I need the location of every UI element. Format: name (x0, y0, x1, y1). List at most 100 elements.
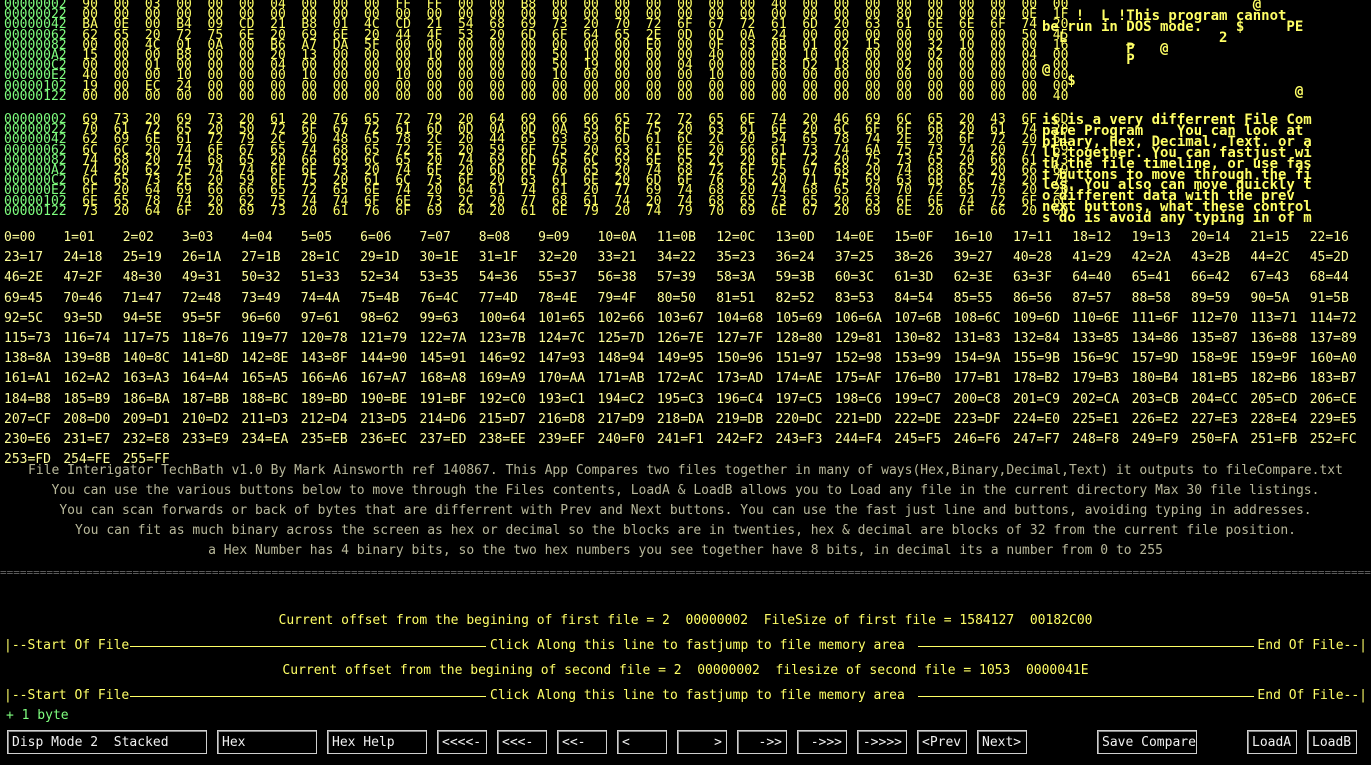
forward-one-button[interactable]: > (677, 730, 727, 754)
conversion-cell: 181=B5 (1191, 371, 1238, 387)
conversion-cell: 136=88 (1250, 331, 1298, 346)
load-b-button[interactable]: LoadB (1307, 730, 1357, 754)
conversion-cell: 129=81 (834, 331, 882, 346)
conversion-cell: 205=CD (1250, 391, 1298, 407)
forward-fast2-button[interactable]: ->> (737, 730, 787, 754)
info-line-2: You can use the various buttons below to… (51, 483, 1320, 498)
load-a-button[interactable]: LoadA (1247, 730, 1297, 754)
conversion-cell: 229=E5 (1309, 411, 1357, 427)
hex-help-button[interactable]: Hex Help (327, 730, 427, 754)
conversion-cell: 8=08 (478, 230, 511, 245)
conversion-cell: 45=2D (1309, 250, 1349, 266)
conversion-cell: 110=6E (1072, 310, 1120, 326)
conversion-cell: 44=2C (1250, 250, 1290, 266)
conversion-cell: 245=F5 (894, 432, 942, 447)
conversion-cell: 162=A2 (63, 371, 111, 387)
conversion-cell: 114=72 (1309, 310, 1357, 326)
conversion-cell: 29=1D (360, 250, 400, 266)
conversion-cell: 159=9F (1250, 351, 1298, 367)
conversion-cell: 73=49 (241, 290, 281, 306)
conversion-cell: 77=4D (478, 290, 518, 306)
conversion-cell: 152=98 (834, 351, 882, 367)
conversion-cell: 116=74 (63, 331, 111, 346)
conversion-cell: 120=78 (300, 331, 348, 346)
file1-ascii-block: @ ! L !This program cannot be run in DOS … (1042, 0, 1303, 99)
conversion-cell: 57=39 (656, 270, 696, 286)
conversion-cell: 117=75 (122, 331, 170, 346)
back-fast3-button[interactable]: <<<- (497, 730, 547, 754)
conversion-cell: 106=6A (834, 310, 882, 326)
conversion-cell: 248=F8 (1072, 432, 1120, 447)
jump-middle-label: Click Along this line to fastjump to fil… (490, 638, 905, 653)
conversion-cell: 147=93 (538, 351, 586, 367)
conversion-cell: 139=8B (63, 351, 111, 367)
conversion-cell: 66=42 (1191, 270, 1231, 286)
hex-row: 00000122 00 00 00 00 00 00 00 00 00 00 0… (4, 90, 1068, 103)
info-line-1: File Interigator TechBath v1.0 By Mark A… (28, 463, 1343, 478)
hex-mode-button[interactable]: Hex (217, 730, 317, 754)
conversion-cell: 231=E7 (63, 432, 111, 447)
forward-fast4-button[interactable]: ->>>> (857, 730, 907, 754)
conversion-cell: 61=3D (894, 270, 934, 286)
conversion-cell: 40=28 (1012, 250, 1053, 266)
conversion-cell: 55=37 (538, 270, 578, 286)
conversion-cell: 53=35 (419, 270, 459, 286)
conversion-cell: 204=CC (1191, 391, 1238, 407)
conversion-cell: 27=1B (241, 250, 281, 266)
ascii-row: P (1042, 51, 1135, 68)
conversion-cell: 173=AD (716, 371, 764, 387)
conversion-cell: 99=63 (419, 310, 459, 326)
conversion-cell: 132=84 (1012, 331, 1060, 346)
fastjump-bar-second-file[interactable]: |--Start Of File Click Along this line t… (0, 688, 1371, 704)
jump-line-right[interactable] (918, 696, 1254, 697)
next-diff-button[interactable]: Next> (977, 730, 1027, 754)
conversion-cell: 49=31 (182, 270, 222, 286)
jump-line-right[interactable] (918, 646, 1254, 647)
conversion-cell: 223=DF (953, 411, 1001, 427)
fastjump-bar-first-file[interactable]: |--Start Of File Click Along this line t… (0, 638, 1371, 654)
back-one-button[interactable]: < (617, 730, 667, 754)
conversion-cell: 63=3F (1012, 270, 1053, 286)
conversion-cell: 90=5A (1250, 290, 1290, 306)
disp-mode-button[interactable]: Disp Mode 2 Stacked (7, 730, 207, 754)
hex-row: 00000122 73 20 64 6F 20 69 73 20 61 76 6… (4, 203, 1068, 219)
conversion-cell: 51=33 (300, 270, 340, 286)
conversion-cell: 12=0C (716, 230, 756, 245)
conversion-cell: 22=16 (1309, 230, 1349, 245)
hex-row-offset: 00000122 (4, 203, 67, 219)
jump-start-label: |--Start Of File (4, 688, 130, 703)
save-compare-button[interactable]: Save Compare (1097, 730, 1197, 754)
conversion-cell: 1=01 (63, 230, 95, 245)
conversion-cell: 69=45 (4, 290, 44, 306)
conversion-cell: 71=47 (122, 290, 162, 306)
conversion-cell: 5=05 (300, 230, 333, 245)
conversion-cell: 101=65 (538, 310, 586, 326)
back-fast4-button[interactable]: <<<<- (437, 730, 487, 754)
conversion-cell: 126=7E (656, 331, 704, 346)
conversion-cell: 180=B4 (1131, 371, 1179, 387)
forward-fast3-button[interactable]: ->>> (797, 730, 847, 754)
conversion-cell: 28=1C (300, 250, 340, 266)
conversion-cell: 65=41 (1131, 270, 1171, 286)
prev-diff-button[interactable]: <Prev (917, 730, 967, 754)
conversion-cell: 239=EF (538, 432, 586, 447)
conversion-cell: 47=2F (63, 270, 103, 286)
conversion-cell: 214=D6 (419, 411, 467, 427)
conversion-cell: 41=29 (1072, 250, 1112, 266)
conversion-cell: 111=6F (1131, 310, 1179, 326)
conversion-cell: 89=59 (1191, 290, 1231, 306)
conversion-cell: 121=79 (360, 331, 408, 346)
conversion-cell: 207=CF (4, 411, 51, 427)
conversion-cell: 241=F1 (656, 432, 704, 447)
conversion-cell: 175=AF (834, 371, 882, 387)
conversion-cell: 102=66 (597, 310, 645, 326)
conversion-cell: 191=BF (419, 391, 467, 407)
conversion-cell: 226=E2 (1131, 411, 1179, 427)
jump-line-left[interactable] (130, 696, 486, 697)
conversion-cell: 17=11 (1012, 230, 1053, 245)
file2-ascii-block: is is a very differrent File Com pare Pro… (1042, 113, 1312, 225)
back-fast2-button[interactable]: <<- (557, 730, 607, 754)
conversion-cell: 24=18 (63, 250, 103, 266)
conversion-cell: 218=DA (656, 411, 704, 427)
jump-line-left[interactable] (130, 646, 486, 647)
